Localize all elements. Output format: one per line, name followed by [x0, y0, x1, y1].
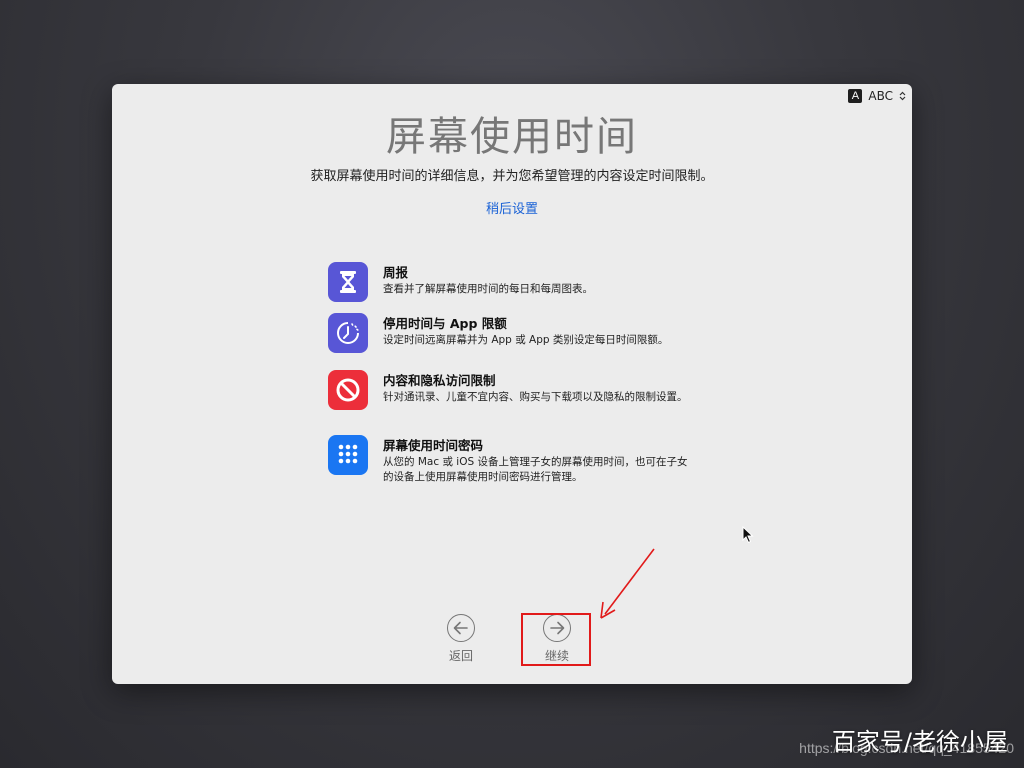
hourglass-icon [328, 262, 368, 302]
input-source-label: ABC [868, 89, 893, 103]
no-entry-icon [328, 370, 368, 410]
downtime-icon [328, 313, 368, 353]
page-title: 屏幕使用时间 [386, 114, 638, 160]
page-subtitle: 获取屏幕使用时间的详细信息，并为您希望管理的内容设定时间限制。 [310, 169, 714, 184]
setup-window: A ABC 屏幕使用时间 获取屏幕使用时间的详细信息，并为您希望管理的内容设定时… [112, 84, 912, 684]
feature-desc: 针对通讯录、儿童不宜内容、购买与下载项以及隐私的限制设置。 [383, 391, 688, 403]
chevron-updown-icon [899, 91, 906, 101]
watermark-text: 百家号/老徐小屋 [831, 728, 1008, 756]
mouse-pointer-icon [742, 525, 754, 548]
feature-downtime-limits: 停用时间与 App 限额 设定时间远离屏幕并为 App 或 App 类别设定每日… [328, 313, 688, 353]
feature-desc: 设定时间远离屏幕并为 App 或 App 类别设定每日时间限额。 [383, 334, 669, 346]
feature-passcode: 屏幕使用时间密码 从您的 Mac 或 iOS 设备上管理子女的屏幕使用时间，也可… [328, 435, 688, 485]
feature-title: 周报 [383, 265, 409, 280]
setup-later-link[interactable]: 稍后设置 [112, 198, 912, 217]
feature-content-privacy: 内容和隐私访问限制 针对通讯录、儿童不宜内容、购买与下载项以及隐私的限制设置。 [328, 370, 688, 410]
input-source-badge: A [848, 89, 863, 103]
feature-title: 停用时间与 App 限额 [383, 316, 507, 331]
feature-weekly-report: 周报 查看并了解屏幕使用时间的每日和每周图表。 [328, 262, 688, 302]
feature-desc: 从您的 Mac 或 iOS 设备上管理子女的屏幕使用时间，也可在子女的设备上使用… [383, 456, 688, 483]
input-source-menu[interactable]: A ABC [848, 88, 906, 104]
back-label: 返回 [448, 649, 473, 663]
feature-title: 内容和隐私访问限制 [383, 373, 496, 388]
back-button[interactable]: 返回 [447, 614, 475, 664]
feature-title: 屏幕使用时间密码 [383, 438, 484, 453]
keypad-icon [328, 435, 368, 475]
feature-desc: 查看并了解屏幕使用时间的每日和每周图表。 [383, 283, 593, 295]
arrow-left-icon [447, 614, 475, 642]
annotation-highlight-box [521, 613, 591, 666]
